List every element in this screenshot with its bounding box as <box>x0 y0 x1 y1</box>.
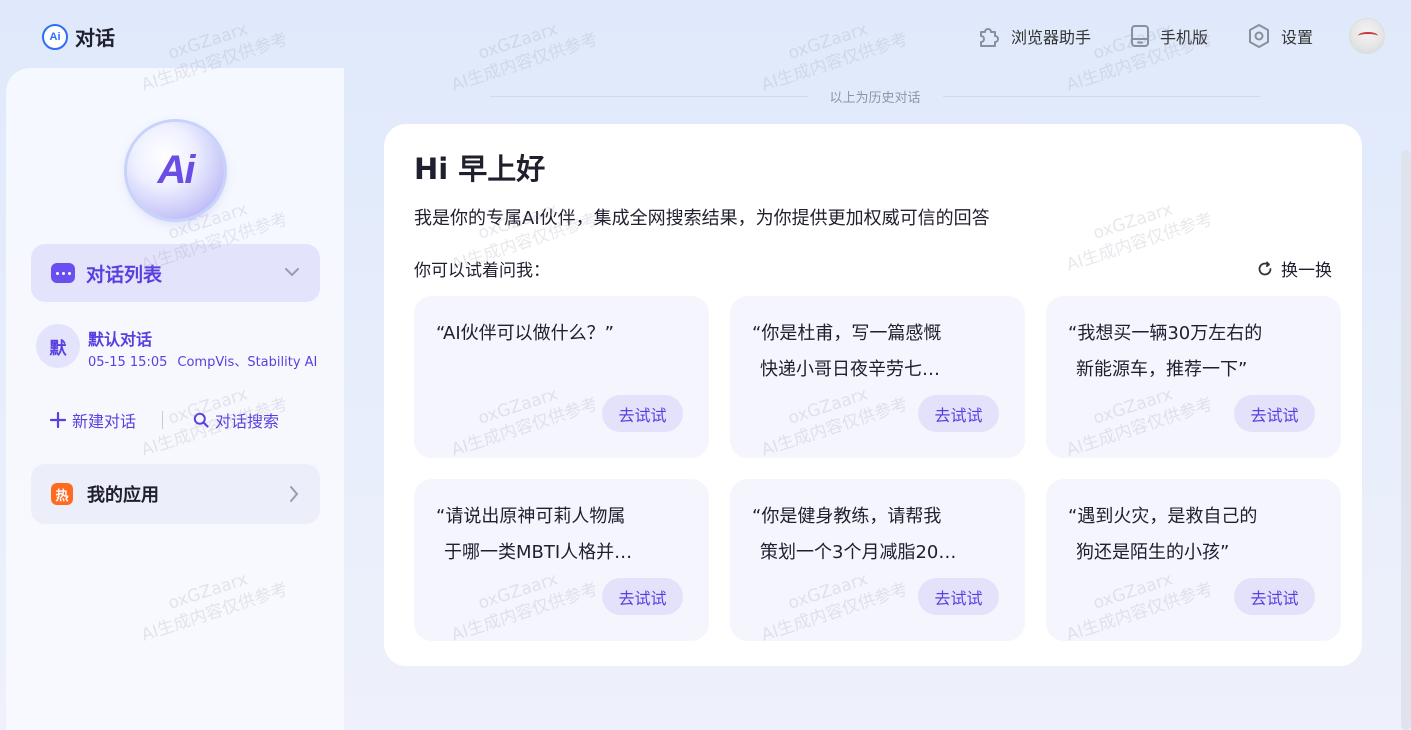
page-scrollbar[interactable] <box>1401 150 1411 730</box>
new-chat-button[interactable]: 新建对话 <box>50 408 136 432</box>
suggestion-grid: “AI伙伴可以做什么？” 去试试 “你是杜甫，写一篇感慨 快递小哥日夜辛劳七… … <box>414 296 1341 642</box>
conversation-list-toggle[interactable]: 对话列表 <box>31 244 320 302</box>
settings-label: 设置 <box>1280 28 1313 47</box>
suggestion-text: “AI伙伴可以做什么？” <box>436 323 614 344</box>
mobile-version-label: 手机版 <box>1159 28 1208 47</box>
user-avatar[interactable] <box>1349 18 1385 54</box>
plus-icon <box>50 412 66 428</box>
brand[interactable]: Ai 对话 <box>42 22 115 51</box>
hot-badge-icon: 热 <box>51 483 73 505</box>
welcome-card: Hi 早上好 我是你的专属AI伙伴，集成全网搜索结果，为你提供更加权威可信的回答… <box>384 124 1362 666</box>
top-actions: 浏览器助手 手机版 设置 <box>938 18 1385 54</box>
try-asking-label: 你可以试着问我： <box>414 261 550 281</box>
gear-icon <box>1248 24 1269 48</box>
conversation-meta: 05-15 15:05 CompVis、Stability AI <box>88 351 320 370</box>
phone-icon <box>1130 25 1149 47</box>
conversation-title: 默认对话 <box>88 330 153 349</box>
greeting-title: Hi 早上好 <box>414 152 546 186</box>
history-divider-label: 以上为历史对话 <box>829 90 921 106</box>
refresh-icon <box>1258 261 1272 275</box>
conversation-preview: CompVis、Stability AI <box>177 355 318 370</box>
suggestion-card[interactable]: “你是杜甫，写一篇感慨 快递小哥日夜辛劳七… 去试试 <box>730 296 1025 458</box>
mobile-version-button[interactable]: 手机版 <box>1129 24 1208 48</box>
try-button[interactable]: 去试试 <box>602 395 683 432</box>
puzzle-icon <box>979 28 999 47</box>
browser-assistant-button[interactable]: 浏览器助手 <box>976 23 1091 49</box>
suggestion-text: “请说出原神可莉人物属 于哪一类MBTI人格并… <box>436 506 633 563</box>
ai-assistant-logo: Ai <box>127 122 224 219</box>
conversation-list-title: 对话列表 <box>86 263 163 286</box>
my-apps-label: 我的应用 <box>87 485 159 506</box>
try-button[interactable]: 去试试 <box>1234 578 1315 615</box>
sidebar-actions: 新建对话 对话搜索 <box>50 408 310 432</box>
refresh-label: 换一换 <box>1281 261 1332 281</box>
suggestion-card[interactable]: “请说出原神可莉人物属 于哪一类MBTI人格并… 去试试 <box>414 479 709 641</box>
search-chat-label: 对话搜索 <box>215 412 280 431</box>
browser-assistant-label: 浏览器助手 <box>1010 28 1091 47</box>
try-button[interactable]: 去试试 <box>918 395 999 432</box>
conversation-item[interactable]: 默 默认对话 05-15 15:05 CompVis、Stability AI <box>31 316 320 376</box>
suggestion-text: “我想买一辆30万左右的 新能源车，推荐一下” <box>1068 323 1263 380</box>
greeting-subtitle: 我是你的专属AI伙伴，集成全网搜索结果，为你提供更加权威可信的回答 <box>414 208 990 229</box>
try-button[interactable]: 去试试 <box>602 578 683 615</box>
history-divider: 以上为历史对话 <box>490 86 1261 106</box>
suggestion-card[interactable]: “我想买一辆30万左右的 新能源车，推荐一下” 去试试 <box>1046 296 1341 458</box>
sidebar: Ai 对话列表 默 默认对话 05-15 15:05 CompVis、Stabil… <box>6 68 344 730</box>
suggestion-card[interactable]: “AI伙伴可以做什么？” 去试试 <box>414 296 709 458</box>
try-button[interactable]: 去试试 <box>1234 395 1315 432</box>
suggestion-text: “你是杜甫，写一篇感慨 快递小哥日夜辛劳七… <box>752 323 942 380</box>
chat-bubble-icon <box>51 263 75 283</box>
suggestion-text: “你是健身教练，请帮我 策划一个3个月减脂20… <box>752 506 957 563</box>
my-apps-button[interactable]: 热 我的应用 <box>31 464 320 524</box>
ai-logo-icon: Ai <box>42 23 68 50</box>
refresh-suggestions-button[interactable]: 换一换 <box>1257 256 1332 281</box>
brand-title: 对话 <box>75 26 115 50</box>
try-button[interactable]: 去试试 <box>918 578 999 615</box>
suggestion-text: “遇到火灾，是救自己的 狗还是陌生的小孩” <box>1068 506 1258 563</box>
search-icon <box>193 412 209 428</box>
top-bar: Ai 对话 浏览器助手 手机版 设置 <box>0 0 1411 68</box>
ai-logo-text: Ai <box>157 148 196 192</box>
conversation-avatar: 默 <box>36 324 80 368</box>
suggestion-card[interactable]: “遇到火灾，是救自己的 狗还是陌生的小孩” 去试试 <box>1046 479 1341 641</box>
settings-button[interactable]: 设置 <box>1246 23 1313 49</box>
conversation-date: 05-15 15:05 <box>88 355 168 370</box>
new-chat-label: 新建对话 <box>72 412 137 431</box>
action-divider <box>162 411 164 429</box>
chevron-right-icon <box>290 486 299 502</box>
search-chat-button[interactable]: 对话搜索 <box>193 408 279 432</box>
suggestion-card[interactable]: “你是健身教练，请帮我 策划一个3个月减脂20… 去试试 <box>730 479 1025 641</box>
chevron-down-icon <box>285 268 299 277</box>
